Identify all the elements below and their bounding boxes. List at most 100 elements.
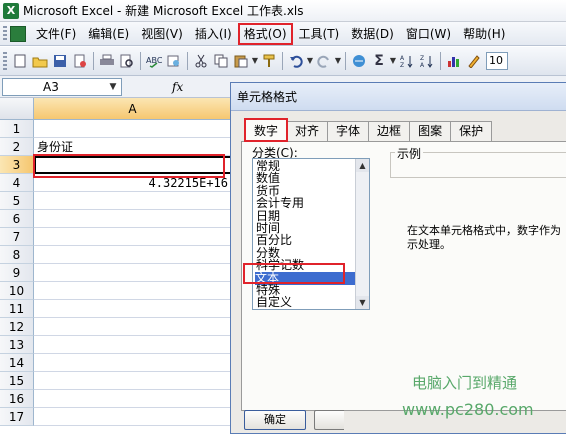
menu-insert[interactable]: 插入(I) <box>189 23 238 45</box>
tab-patterns[interactable]: 图案 <box>409 121 452 141</box>
zoom-combobox[interactable]: 10 <box>486 52 508 70</box>
list-item[interactable]: 百分比 <box>256 234 354 246</box>
cell-a10[interactable] <box>34 282 232 300</box>
tab-number[interactable]: 数字 <box>243 118 289 142</box>
list-item[interactable]: 货币 <box>256 185 354 197</box>
row-header[interactable]: 6 <box>0 210 34 228</box>
print-preview-icon[interactable] <box>118 52 136 70</box>
paste-dropdown-icon[interactable]: ▼ <box>251 52 259 70</box>
sort-ascending-icon[interactable]: AZ <box>398 52 416 70</box>
cell-a1[interactable] <box>34 120 232 138</box>
undo-icon[interactable] <box>287 52 305 70</box>
tab-alignment[interactable]: 对齐 <box>286 121 329 141</box>
row-header[interactable]: 1 <box>0 120 34 138</box>
list-item[interactable]: 分数 <box>256 247 354 259</box>
save-icon[interactable] <box>51 52 69 70</box>
row-header[interactable]: 9 <box>0 264 34 282</box>
row-header[interactable]: 7 <box>0 228 34 246</box>
row-header[interactable]: 5 <box>0 192 34 210</box>
permission-icon[interactable] <box>71 52 89 70</box>
worksheet-grid: A 1 2 身份证 3 4 4.32215E+16 5 6 7 8 9 10 11 12 13 14 15 16 1… <box>0 98 232 434</box>
research-icon[interactable] <box>165 52 183 70</box>
tab-font[interactable]: 字体 <box>327 121 370 141</box>
description-line-2: 示处理。 <box>407 238 451 251</box>
menu-tools[interactable]: 工具(T) <box>293 23 346 45</box>
redo-dropdown-icon[interactable]: ▼ <box>334 52 342 70</box>
hyperlink-icon[interactable] <box>350 52 368 70</box>
cell-a11[interactable] <box>34 300 232 318</box>
cancel-button[interactable] <box>314 410 344 430</box>
row-header[interactable]: 15 <box>0 372 34 390</box>
select-all-corner[interactable] <box>0 98 34 120</box>
spelling-icon[interactable]: ABC <box>145 52 163 70</box>
scroll-up-icon[interactable]: ▲ <box>356 159 369 172</box>
row-header[interactable]: 10 <box>0 282 34 300</box>
table-row: 17 <box>0 408 232 426</box>
format-painter-icon[interactable] <box>260 52 278 70</box>
menu-file[interactable]: 文件(F) <box>30 23 82 45</box>
row-header[interactable]: 8 <box>0 246 34 264</box>
tab-protection[interactable]: 保护 <box>450 121 493 141</box>
cell-a6[interactable] <box>34 210 232 228</box>
row-header[interactable]: 16 <box>0 390 34 408</box>
undo-dropdown-icon[interactable]: ▼ <box>306 52 314 70</box>
chart-wizard-icon[interactable] <box>445 52 463 70</box>
list-item[interactable]: 日期 <box>256 210 354 222</box>
redo-icon[interactable] <box>315 52 333 70</box>
cell-a5[interactable] <box>34 192 232 210</box>
cell-a14[interactable] <box>34 354 232 372</box>
column-header-a[interactable]: A <box>34 98 232 120</box>
list-item[interactable]: 时间 <box>256 222 354 234</box>
row-header[interactable]: 13 <box>0 336 34 354</box>
table-row: 12 <box>0 318 232 336</box>
list-item[interactable]: 会计专用 <box>256 197 354 209</box>
drawing-icon[interactable] <box>465 52 483 70</box>
category-listbox[interactable]: ▲ ▼ 常规 数值 货币 会计专用 日期 时间 百分比 分数 科学记数 文本 特殊 自定义 <box>252 158 370 310</box>
toolbar-grip-handle[interactable] <box>3 52 7 70</box>
name-box-dropdown-icon[interactable]: ▼ <box>106 80 120 94</box>
row-header[interactable]: 12 <box>0 318 34 336</box>
cell-a12[interactable] <box>34 318 232 336</box>
name-box-value: A3 <box>43 79 59 94</box>
watermark-url: www.pc280.com <box>402 400 534 419</box>
cell-a15[interactable] <box>34 372 232 390</box>
cell-a7[interactable] <box>34 228 232 246</box>
ok-button[interactable]: 确定 <box>244 410 306 430</box>
autosum-icon[interactable]: Σ <box>370 52 388 70</box>
list-item[interactable]: 数值 <box>256 172 354 184</box>
category-scrollbar[interactable]: ▲ ▼ <box>355 159 369 309</box>
scroll-down-icon[interactable]: ▼ <box>356 296 369 309</box>
tab-border[interactable]: 边框 <box>368 121 411 141</box>
cell-a9[interactable] <box>34 264 232 282</box>
row-header[interactable]: 14 <box>0 354 34 372</box>
workbook-icon[interactable] <box>10 25 26 42</box>
open-icon[interactable] <box>31 52 49 70</box>
paste-icon[interactable] <box>232 52 250 70</box>
cell-a8[interactable] <box>34 246 232 264</box>
row-header[interactable]: 11 <box>0 300 34 318</box>
menu-grip-handle[interactable] <box>3 25 7 42</box>
sort-descending-icon[interactable]: ZA <box>418 52 436 70</box>
cell-a13[interactable] <box>34 336 232 354</box>
menu-format[interactable]: 格式(O) <box>237 22 293 45</box>
menu-window[interactable]: 窗口(W) <box>400 23 457 45</box>
list-item[interactable]: 自定义 <box>256 296 354 308</box>
table-row: 13 <box>0 336 232 354</box>
menu-view[interactable]: 视图(V) <box>135 23 189 45</box>
insert-function-icon[interactable]: fx <box>172 80 183 94</box>
row-header[interactable]: 4 <box>0 174 34 192</box>
copy-icon[interactable] <box>212 52 230 70</box>
menu-edit[interactable]: 编辑(E) <box>82 23 135 45</box>
cut-icon[interactable] <box>192 52 210 70</box>
cell-a16[interactable] <box>34 390 232 408</box>
row-header[interactable]: 3 <box>0 156 34 174</box>
print-icon[interactable] <box>98 52 116 70</box>
name-box[interactable]: A3 ▼ <box>2 77 122 96</box>
new-icon[interactable] <box>11 52 29 70</box>
row-header[interactable]: 2 <box>0 138 34 156</box>
row-header[interactable]: 17 <box>0 408 34 426</box>
autosum-dropdown-icon[interactable]: ▼ <box>389 52 397 70</box>
menu-data[interactable]: 数据(D) <box>345 23 400 45</box>
menu-help[interactable]: 帮助(H) <box>457 23 511 45</box>
cell-a17[interactable] <box>34 408 232 426</box>
